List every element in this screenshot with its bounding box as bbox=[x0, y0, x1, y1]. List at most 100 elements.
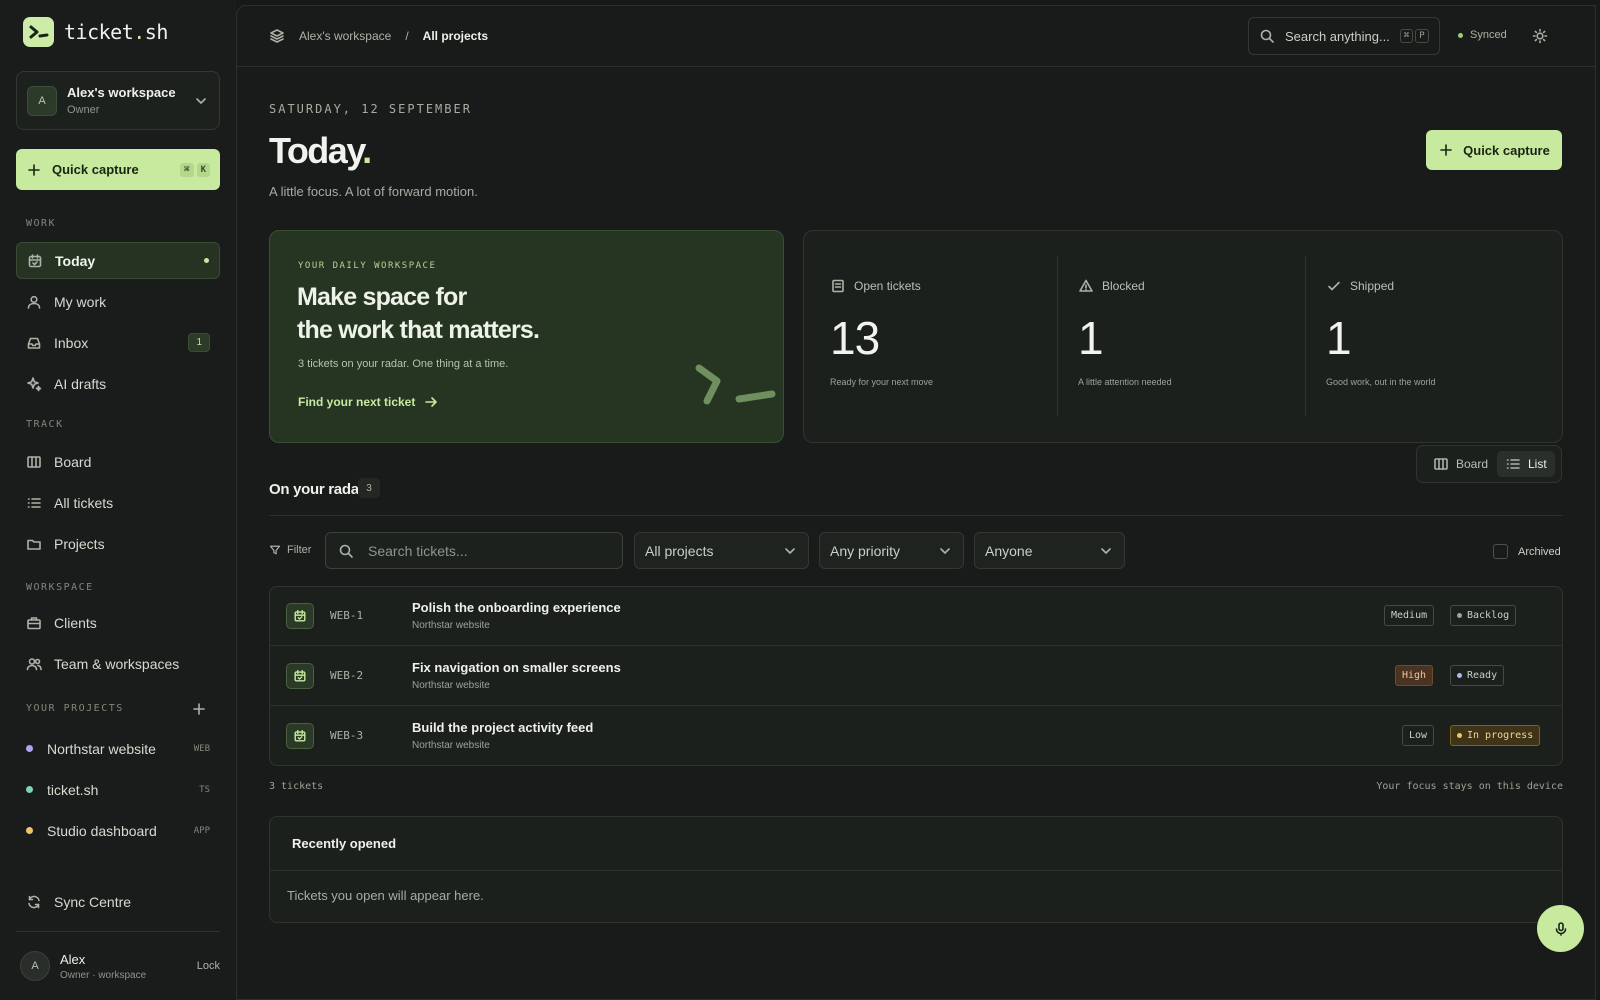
shortcut-hint: ⌘ K bbox=[180, 162, 210, 177]
chevron-down-icon bbox=[937, 543, 953, 559]
shortcut-key: K bbox=[196, 162, 210, 177]
quick-capture-button[interactable]: Quick capture ⌘ K bbox=[16, 149, 220, 190]
sidebar-item-projects[interactable]: Projects bbox=[16, 525, 220, 562]
sidebar-item-clients[interactable]: Clients bbox=[16, 604, 220, 641]
sidebar-item-sync-centre[interactable]: Sync Centre bbox=[16, 883, 220, 920]
brand-name: ticket.sh bbox=[64, 20, 168, 44]
user-role: Owner · workspace bbox=[60, 969, 147, 981]
board-icon bbox=[1433, 456, 1449, 472]
sidebar-item-all-tickets[interactable]: All tickets bbox=[16, 484, 220, 521]
brand-logo[interactable]: ticket.sh bbox=[23, 17, 168, 47]
global-search[interactable]: Search anything... ⌘ P bbox=[1248, 17, 1440, 55]
sidebar-item-my-work[interactable]: My work bbox=[16, 283, 220, 320]
checkbox[interactable] bbox=[1493, 544, 1508, 559]
sidebar-item-label: Sync Centre bbox=[54, 893, 132, 910]
sync-status-label: Synced bbox=[1470, 29, 1507, 41]
stat-note: Good work, out in the world bbox=[1326, 377, 1436, 387]
daily-workspace-card: YOUR DAILY WORKSPACE Make space for the … bbox=[269, 230, 784, 443]
divider bbox=[269, 515, 1563, 516]
shortcut-key: ⌘ bbox=[1399, 29, 1414, 43]
plus-icon bbox=[1438, 142, 1454, 158]
sidebar-item-label: AI drafts bbox=[54, 375, 107, 392]
stat-label: Shipped bbox=[1350, 279, 1395, 293]
sidebar-item-board[interactable]: Board bbox=[16, 443, 220, 480]
stat-shipped[interactable]: Shipped 1 Good work, out in the world bbox=[1326, 256, 1556, 416]
microphone-icon bbox=[1553, 921, 1569, 937]
search-icon bbox=[338, 543, 354, 559]
ticket-project: Northstar website bbox=[412, 680, 490, 691]
ticket-id: WEB-1 bbox=[330, 609, 364, 622]
sidebar-item-team[interactable]: Team & workspaces bbox=[16, 645, 220, 682]
priority-filter-select[interactable]: Any priority bbox=[819, 532, 964, 569]
quick-capture-button[interactable]: Quick capture bbox=[1426, 130, 1562, 170]
project-filter-select[interactable]: All projects bbox=[634, 532, 809, 569]
ticket-project: Northstar website bbox=[412, 740, 490, 751]
find-next-ticket-link[interactable]: Find your next ticket bbox=[298, 394, 439, 410]
theme-toggle-sun-icon[interactable] bbox=[1532, 28, 1548, 44]
view-list-label: List bbox=[1528, 457, 1547, 471]
calendar-check-icon bbox=[293, 729, 307, 743]
project-item-northstar[interactable]: Northstar website WEB bbox=[16, 730, 220, 767]
project-item-studio[interactable]: Studio dashboard APP bbox=[16, 812, 220, 849]
shortcut-key: P bbox=[1415, 29, 1429, 43]
project-code: WEB bbox=[193, 743, 210, 754]
sidebar-item-label: All tickets bbox=[54, 494, 114, 511]
ticket-search-input[interactable]: Search tickets... bbox=[325, 532, 623, 569]
page-title: Today. bbox=[269, 130, 372, 172]
sidebar-item-today[interactable]: Today bbox=[16, 242, 220, 279]
status-badge[interactable]: In progress bbox=[1450, 725, 1541, 746]
lock-button[interactable]: Lock bbox=[197, 960, 220, 972]
project-color-dot bbox=[26, 786, 33, 793]
chevron-down-icon bbox=[1098, 543, 1114, 559]
workspace-role: Owner bbox=[67, 104, 100, 116]
page-date: SATURDAY, 12 SEPTEMBER bbox=[269, 102, 472, 116]
stat-open-tickets[interactable]: Open tickets 13 Ready for your next move bbox=[830, 256, 1060, 416]
user-icon bbox=[26, 294, 42, 310]
sidebar-item-label: Board bbox=[54, 453, 92, 470]
ticket-title[interactable]: Build the project activity feed bbox=[412, 720, 593, 735]
workspace-switcher[interactable]: A Alex's workspace Owner bbox=[16, 71, 220, 130]
status-badge[interactable]: Ready bbox=[1450, 665, 1505, 686]
stat-blocked[interactable]: Blocked 1 A little attention needed bbox=[1078, 256, 1308, 416]
main-panel: Alex's workspace / All projects Search a… bbox=[236, 5, 1596, 1000]
sidebar-item-ai-drafts[interactable]: AI drafts bbox=[16, 365, 220, 402]
page-title-dot: . bbox=[362, 130, 372, 171]
user-profile[interactable]: A Alex Owner · workspace Lock bbox=[20, 951, 220, 981]
status-badge[interactable]: Backlog bbox=[1450, 605, 1517, 626]
stats-card: Open tickets 13 Ready for your next move… bbox=[803, 230, 1563, 443]
priority-badge[interactable]: Medium bbox=[1384, 605, 1435, 626]
list-icon bbox=[1505, 456, 1521, 472]
sidebar-item-inbox[interactable]: Inbox 1 bbox=[16, 324, 220, 361]
priority-badge[interactable]: Low bbox=[1402, 725, 1435, 746]
sidebar-item-label: Projects bbox=[54, 535, 105, 552]
ticket-title[interactable]: Fix navigation on smaller screens bbox=[412, 660, 621, 675]
divider bbox=[1057, 256, 1058, 416]
voice-capture-button[interactable] bbox=[1537, 905, 1584, 952]
ticket-id: WEB-2 bbox=[330, 669, 364, 682]
priority-badge[interactable]: High bbox=[1395, 665, 1434, 686]
sidebar-item-label: Today bbox=[55, 252, 96, 269]
calendar-check-icon bbox=[293, 609, 307, 623]
assignee-filter-select[interactable]: Anyone bbox=[974, 532, 1125, 569]
table-row[interactable]: WEB-2 Fix navigation on smaller screens … bbox=[270, 647, 1562, 706]
table-row[interactable]: WEB-3 Build the project activity feed No… bbox=[270, 707, 1562, 765]
sidebar-item-label: My work bbox=[54, 293, 107, 310]
sync-status: Synced bbox=[1458, 29, 1507, 41]
breadcrumb-workspace[interactable]: Alex's workspace bbox=[299, 29, 391, 43]
stat-note: A little attention needed bbox=[1078, 377, 1172, 387]
project-item-ticketsh[interactable]: ticket.sh TS bbox=[16, 771, 220, 808]
archived-checkbox[interactable]: Archived bbox=[1493, 544, 1561, 559]
filter-icon bbox=[269, 544, 281, 556]
ticket-title[interactable]: Polish the onboarding experience bbox=[412, 600, 621, 615]
table-row[interactable]: WEB-1 Polish the onboarding experience N… bbox=[270, 587, 1562, 646]
workspace-avatar: A bbox=[27, 85, 57, 116]
filter-button[interactable]: Filter bbox=[269, 544, 311, 556]
status-label: In progress bbox=[1467, 730, 1534, 741]
view-board-button[interactable]: Board bbox=[1425, 451, 1496, 477]
add-project-plus-icon[interactable] bbox=[191, 701, 207, 717]
view-list-button[interactable]: List bbox=[1497, 451, 1555, 477]
hero-heading-line: Make space for bbox=[297, 283, 467, 311]
project-filter-value: All projects bbox=[645, 542, 714, 559]
divider bbox=[270, 870, 1562, 871]
status-dot bbox=[1458, 32, 1463, 38]
